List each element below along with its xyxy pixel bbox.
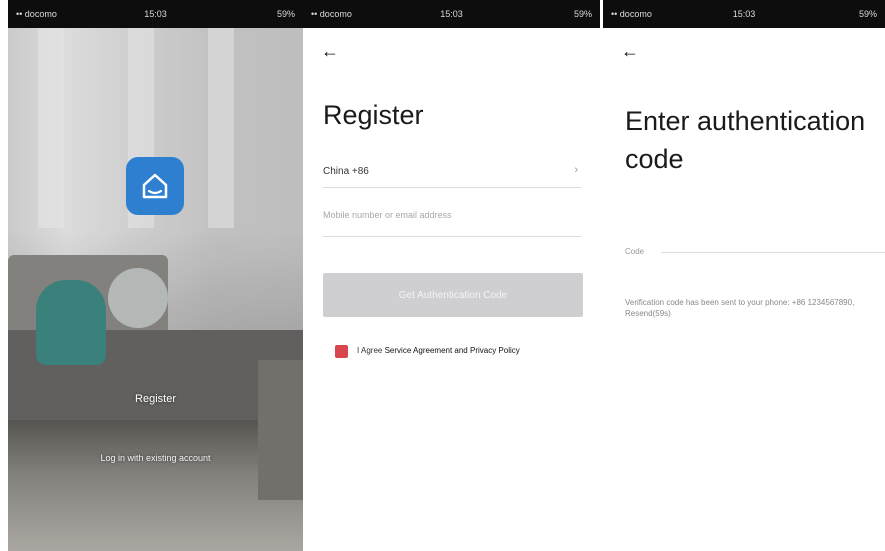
battery-text: 59% bbox=[858, 9, 877, 19]
get-code-button[interactable]: Get Authentication Code bbox=[323, 273, 583, 317]
agreement-text: I Agree Service Agreement and Privacy Po… bbox=[357, 346, 520, 355]
code-input-label[interactable]: Code bbox=[625, 247, 644, 256]
agree-checkbox[interactable] bbox=[335, 345, 348, 358]
privacy-policy-link[interactable]: Service Agreement and Privacy Policy bbox=[385, 346, 520, 355]
status-bar: •• docomo 15:03 59% bbox=[603, 0, 885, 28]
image-overlay bbox=[8, 28, 303, 551]
carrier-text: •• docomo bbox=[16, 9, 57, 19]
code-sent-description: Verification code has been sent to your … bbox=[625, 298, 855, 318]
page-title: Register bbox=[323, 100, 424, 130]
code-input-line[interactable] bbox=[661, 252, 885, 253]
clock-text: 15:03 bbox=[732, 9, 756, 19]
status-bar: •• docomo 15:03 59% bbox=[303, 0, 600, 28]
page-title: Enter authentication code bbox=[625, 106, 866, 174]
app-logo bbox=[126, 157, 184, 215]
divider bbox=[323, 236, 581, 237]
carrier-text: •• docomo bbox=[611, 9, 652, 19]
welcome-screen: •• docomo 15:03 59% Register Log in with… bbox=[8, 0, 303, 551]
register-button[interactable]: Register bbox=[8, 393, 303, 405]
auth-code-screen: •• docomo 15:03 59% ← Enter authenticati… bbox=[603, 0, 885, 551]
back-arrow-icon[interactable]: ← bbox=[621, 42, 639, 60]
back-arrow-icon[interactable]: ← bbox=[321, 42, 339, 60]
login-existing-link[interactable]: Log in with existing account bbox=[8, 453, 303, 463]
battery-text: 59% bbox=[276, 9, 295, 19]
battery-text: 59% bbox=[573, 9, 592, 19]
divider bbox=[323, 187, 581, 188]
clock-text: 15:03 bbox=[440, 9, 463, 19]
status-bar: •• docomo 15:03 59% bbox=[8, 0, 303, 28]
carrier-text: •• docomo bbox=[311, 9, 352, 19]
home-icon bbox=[142, 173, 168, 199]
chevron-right-icon[interactable]: › bbox=[574, 164, 578, 176]
agree-label: I Agree bbox=[357, 346, 383, 355]
country-selector[interactable]: China +86 bbox=[323, 166, 369, 177]
register-screen: •• docomo 15:03 59% ← Register China +86… bbox=[303, 0, 600, 551]
clock-text: 15:03 bbox=[144, 9, 167, 19]
phone-email-input[interactable] bbox=[323, 210, 578, 220]
